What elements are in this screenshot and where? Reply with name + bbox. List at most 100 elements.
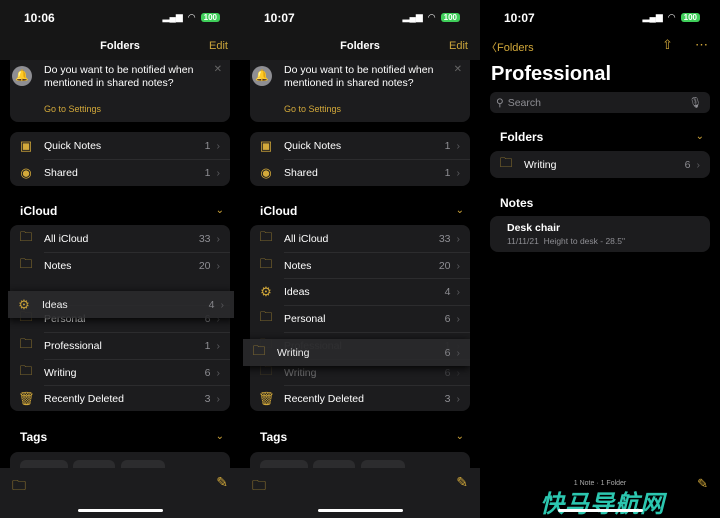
row-count: 3: [204, 392, 211, 405]
list-item[interactable]: ▣ Quick Notes 1 ›: [250, 132, 470, 159]
row-count: 6: [444, 366, 451, 379]
row-count: 20: [438, 259, 451, 272]
home-indicator: [318, 509, 403, 512]
list-item[interactable]: ◉ Shared 1 ›: [10, 159, 230, 186]
chevron-down-icon[interactable]: ⌄: [216, 205, 224, 216]
chevron-right-icon: ›: [216, 259, 221, 272]
list-item[interactable]: ▣ Quick Notes 1 ›: [10, 132, 230, 159]
banner-text: Do you want to be notified when mentione…: [284, 64, 434, 89]
folder-row[interactable]: 🗑 Recently Deleted 3 ›: [250, 385, 470, 412]
row-count: 1: [444, 139, 451, 152]
row-count: 20: [198, 259, 211, 272]
row-label: All iCloud: [284, 232, 329, 245]
chevron-right-icon: ›: [456, 232, 461, 245]
edit-button[interactable]: Edit: [209, 40, 228, 52]
chevron-down-icon[interactable]: ⌄: [456, 431, 464, 442]
chevron-right-icon: ›: [456, 166, 461, 179]
folder-row[interactable]: 🗀 Notes 20 ›: [10, 252, 230, 279]
gear-icon: ⚙: [260, 283, 272, 299]
dragged-row[interactable]: ⚙ Ideas 4 ›: [8, 291, 234, 318]
row-count: 1: [444, 166, 451, 179]
nav-title: Folders: [100, 40, 140, 52]
note-title: Desk chair: [507, 222, 561, 234]
folder-row[interactable]: 🗀 Professional 1 ›: [10, 332, 230, 359]
row-count: 1: [204, 339, 211, 352]
home-indicator: [78, 509, 163, 512]
compose-icon[interactable]: ✎: [456, 474, 468, 491]
chevron-right-icon: ›: [216, 392, 221, 405]
go-to-settings-link[interactable]: Go to Settings: [44, 104, 101, 114]
banner-text: Do you want to be notified when mentione…: [44, 64, 194, 89]
folder-icon: 🗀: [499, 154, 513, 170]
chevron-left-icon: 〈: [486, 42, 497, 54]
folder-count: 6: [684, 158, 691, 171]
compose-icon[interactable]: ✎: [216, 474, 228, 491]
chevron-down-icon[interactable]: ⌄: [696, 131, 704, 142]
list-item[interactable]: ◉ Shared 1 ›: [250, 159, 470, 186]
row-count: 33: [198, 232, 211, 245]
note-preview: Height to desk - 28.5": [543, 236, 626, 246]
folders-screen-dragging-writing: 10:07 ▂▄▆ ◠ 100 Folders Edit 🔔 Do you want…: [240, 0, 480, 518]
trash-icon: 🗑: [258, 390, 275, 406]
back-label: Folders: [497, 42, 534, 54]
dragged-row[interactable]: 🗀 Writing 6 ›: [243, 339, 470, 366]
row-label: Notes: [44, 259, 72, 272]
folder-icon: 🗀: [259, 228, 273, 244]
folders-header: Folders: [500, 130, 544, 144]
chevron-right-icon: ›: [456, 366, 461, 379]
row-label: All iCloud: [44, 232, 89, 245]
status-time: 10:07: [504, 11, 535, 25]
quick-notes-icon: ▣: [19, 137, 33, 153]
note-row-desk-chair[interactable]: Desk chair 11/11/21 Height to desk - 28.…: [490, 216, 710, 252]
folder-icon: 🗀: [19, 335, 33, 351]
row-label: Ideas: [42, 298, 68, 311]
tags-header: Tags: [260, 430, 288, 444]
microphone-icon[interactable]: 🎙: [689, 96, 702, 109]
chevron-down-icon[interactable]: ⌄: [216, 431, 224, 442]
dragged-folder-row[interactable]: ⚙ Ideas 4 ›: [8, 291, 234, 318]
close-icon[interactable]: ✕: [454, 64, 462, 75]
battery-icon: 100: [680, 13, 700, 22]
close-icon[interactable]: ✕: [214, 64, 222, 75]
chevron-right-icon: ›: [216, 339, 221, 352]
gear-icon: ⚙: [18, 296, 30, 312]
chevron-right-icon: ›: [216, 232, 221, 245]
folder-row[interactable]: 🗀 All iCloud 33 ›: [10, 225, 230, 252]
search-input[interactable]: ⚲ Search 🎙: [490, 92, 710, 113]
search-placeholder: Search: [507, 96, 541, 109]
notes-header: Notes: [500, 196, 534, 210]
nav-title: Folders: [340, 40, 380, 52]
top-list: ▣ Quick Notes 1 › ◉ Shared 1 ›: [250, 132, 470, 186]
watermark-logo: 快马导航网: [540, 491, 665, 518]
folder-row[interactable]: ⚙ Ideas 4 ›: [250, 278, 470, 305]
row-count: 4: [208, 298, 215, 311]
go-to-settings-link[interactable]: Go to Settings: [284, 104, 341, 114]
row-label: Quick Notes: [44, 139, 102, 152]
quick-notes-icon: ▣: [259, 137, 273, 153]
edit-button[interactable]: Edit: [449, 40, 468, 52]
row-count: 6: [444, 312, 451, 325]
compose-icon[interactable]: ✎: [697, 476, 708, 492]
chevron-down-icon[interactable]: ⌄: [456, 205, 464, 216]
status-icons: ▂▄▆ ◠ 100: [643, 12, 700, 23]
new-folder-icon[interactable]: 🗀: [12, 475, 26, 499]
folder-icon: 🗀: [259, 255, 273, 271]
new-folder-icon[interactable]: 🗀: [252, 475, 266, 499]
folder-row[interactable]: 🗀 All iCloud 33 ›: [250, 225, 470, 252]
dragged-folder-row[interactable]: 🗀 Writing 6 ›: [243, 339, 470, 366]
folder-row[interactable]: 🗀 Notes 20 ›: [250, 252, 470, 279]
folder-row[interactable]: 🗑 Recently Deleted 3 ›: [10, 385, 230, 412]
share-icon[interactable]: ⇧: [662, 37, 673, 53]
icloud-folder-list: 🗀 All iCloud 33 › 🗀 Notes 20 › ⚙ Ideas 4 › 🗀 Personal…: [250, 225, 470, 411]
folders-screen-dragging-ideas: 10:06 ▂▄▆ ◠ 100 Folders Edit 🔔 Do you want…: [0, 0, 240, 518]
folder-row-writing[interactable]: 🗀 Writing 6 ›: [490, 151, 710, 178]
chevron-right-icon: ›: [216, 166, 221, 179]
bell-icon: 🔔: [252, 66, 272, 86]
back-button[interactable]: 〈Folders: [486, 39, 534, 55]
folder-row[interactable]: 🗀 Writing 6 ›: [10, 359, 230, 386]
chevron-right-icon: ›: [696, 158, 701, 171]
folder-row[interactable]: 🗀 Personal 6 ›: [250, 305, 470, 332]
more-icon[interactable]: ⋯: [695, 37, 708, 53]
row-count: 6: [204, 366, 211, 379]
row-label: Ideas: [284, 285, 310, 298]
